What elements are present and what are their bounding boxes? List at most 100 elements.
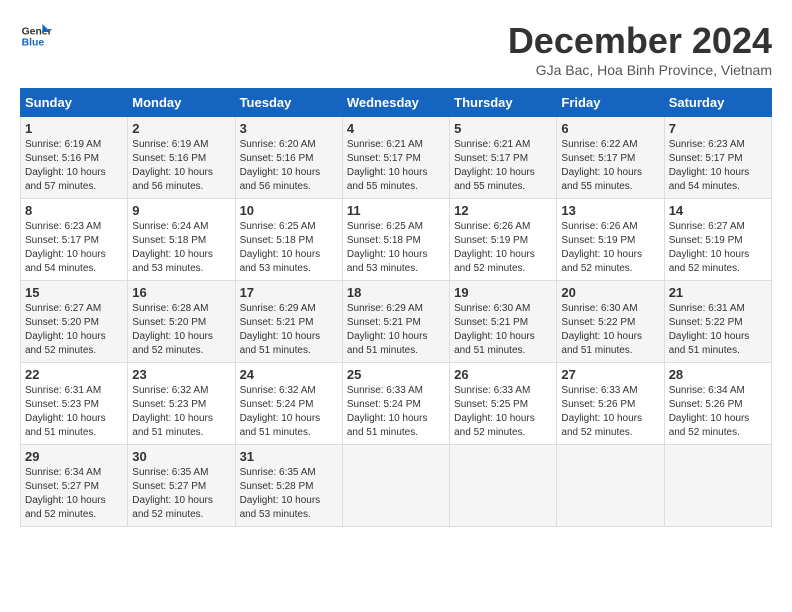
day-number: 6 bbox=[561, 121, 659, 136]
cell-info: Sunrise: 6:35 AMSunset: 5:27 PMDaylight:… bbox=[132, 467, 213, 520]
day-number: 10 bbox=[240, 203, 338, 218]
day-number: 15 bbox=[25, 285, 123, 300]
cell-info: Sunrise: 6:31 AMSunset: 5:23 PMDaylight:… bbox=[25, 385, 106, 438]
cell-info: Sunrise: 6:32 AMSunset: 5:24 PMDaylight:… bbox=[240, 385, 321, 438]
day-number: 1 bbox=[25, 121, 123, 136]
day-number: 8 bbox=[25, 203, 123, 218]
day-number: 29 bbox=[25, 449, 123, 464]
cell-info: Sunrise: 6:25 AMSunset: 5:18 PMDaylight:… bbox=[347, 221, 428, 274]
cell-info: Sunrise: 6:22 AMSunset: 5:17 PMDaylight:… bbox=[561, 139, 642, 192]
calendar-cell: 6 Sunrise: 6:22 AMSunset: 5:17 PMDaylight… bbox=[557, 117, 664, 199]
calendar-week-3: 15 Sunrise: 6:27 AMSunset: 5:20 PMDayligh… bbox=[21, 281, 772, 363]
day-number: 17 bbox=[240, 285, 338, 300]
page-title: December 2024 bbox=[508, 20, 772, 62]
col-wednesday: Wednesday bbox=[342, 89, 449, 117]
cell-info: Sunrise: 6:23 AMSunset: 5:17 PMDaylight:… bbox=[25, 221, 106, 274]
cell-info: Sunrise: 6:28 AMSunset: 5:20 PMDaylight:… bbox=[132, 303, 213, 356]
day-number: 31 bbox=[240, 449, 338, 464]
cell-info: Sunrise: 6:33 AMSunset: 5:25 PMDaylight:… bbox=[454, 385, 535, 438]
calendar-cell: 12 Sunrise: 6:26 AMSunset: 5:19 PMDayligh… bbox=[450, 199, 557, 281]
calendar-cell: 28 Sunrise: 6:34 AMSunset: 5:26 PMDayligh… bbox=[664, 363, 771, 445]
calendar-cell: 13 Sunrise: 6:26 AMSunset: 5:19 PMDayligh… bbox=[557, 199, 664, 281]
cell-info: Sunrise: 6:33 AMSunset: 5:24 PMDaylight:… bbox=[347, 385, 428, 438]
day-number: 25 bbox=[347, 367, 445, 382]
calendar-week-4: 22 Sunrise: 6:31 AMSunset: 5:23 PMDayligh… bbox=[21, 363, 772, 445]
col-saturday: Saturday bbox=[664, 89, 771, 117]
calendar-cell: 21 Sunrise: 6:31 AMSunset: 5:22 PMDayligh… bbox=[664, 281, 771, 363]
cell-info: Sunrise: 6:19 AMSunset: 5:16 PMDaylight:… bbox=[132, 139, 213, 192]
day-number: 27 bbox=[561, 367, 659, 382]
cell-info: Sunrise: 6:20 AMSunset: 5:16 PMDaylight:… bbox=[240, 139, 321, 192]
title-section: December 2024 GJa Bac, Hoa Binh Province… bbox=[508, 20, 772, 78]
day-number: 3 bbox=[240, 121, 338, 136]
calendar-cell: 10Sunrise: 6:25 AMSunset: 5:18 PMDayligh… bbox=[235, 199, 342, 281]
calendar-cell: 30 Sunrise: 6:35 AMSunset: 5:27 PMDayligh… bbox=[128, 445, 235, 527]
calendar-week-1: 1 Sunrise: 6:19 AMSunset: 5:16 PMDaylight… bbox=[21, 117, 772, 199]
calendar-cell: 1Sunrise: 6:19 AMSunset: 5:16 PMDaylight… bbox=[21, 117, 128, 199]
day-number: 23 bbox=[132, 367, 230, 382]
cell-info: Sunrise: 6:31 AMSunset: 5:22 PMDaylight:… bbox=[669, 303, 750, 356]
day-number: 13 bbox=[561, 203, 659, 218]
calendar-cell: 23 Sunrise: 6:32 AMSunset: 5:23 PMDayligh… bbox=[128, 363, 235, 445]
cell-info: Sunrise: 6:34 AMSunset: 5:26 PMDaylight:… bbox=[669, 385, 750, 438]
calendar-cell bbox=[664, 445, 771, 527]
day-number: 22 bbox=[25, 367, 123, 382]
calendar-cell: 17Sunrise: 6:29 AMSunset: 5:21 PMDayligh… bbox=[235, 281, 342, 363]
calendar-cell: 25 Sunrise: 6:33 AMSunset: 5:24 PMDayligh… bbox=[342, 363, 449, 445]
svg-text:Blue: Blue bbox=[22, 38, 45, 49]
calendar-cell: 29 Sunrise: 6:34 AMSunset: 5:27 PMDayligh… bbox=[21, 445, 128, 527]
day-number: 4 bbox=[347, 121, 445, 136]
header-row: Sunday Monday Tuesday Wednesday Thursday… bbox=[21, 89, 772, 117]
calendar-cell bbox=[557, 445, 664, 527]
day-number: 9 bbox=[132, 203, 230, 218]
calendar-week-2: 8 Sunrise: 6:23 AMSunset: 5:17 PMDaylight… bbox=[21, 199, 772, 281]
col-friday: Friday bbox=[557, 89, 664, 117]
day-number: 21 bbox=[669, 285, 767, 300]
day-number: 24 bbox=[240, 367, 338, 382]
cell-info: Sunrise: 6:32 AMSunset: 5:23 PMDaylight:… bbox=[132, 385, 213, 438]
cell-info: Sunrise: 6:26 AMSunset: 5:19 PMDaylight:… bbox=[561, 221, 642, 274]
calendar-cell: 26Sunrise: 6:33 AMSunset: 5:25 PMDayligh… bbox=[450, 363, 557, 445]
calendar-cell: 2Sunrise: 6:19 AMSunset: 5:16 PMDaylight… bbox=[128, 117, 235, 199]
col-monday: Monday bbox=[128, 89, 235, 117]
day-number: 7 bbox=[669, 121, 767, 136]
calendar-cell: 9 Sunrise: 6:24 AMSunset: 5:18 PMDaylight… bbox=[128, 199, 235, 281]
day-number: 18 bbox=[347, 285, 445, 300]
day-number: 14 bbox=[669, 203, 767, 218]
cell-info: Sunrise: 6:27 AMSunset: 5:19 PMDaylight:… bbox=[669, 221, 750, 274]
col-tuesday: Tuesday bbox=[235, 89, 342, 117]
cell-info: Sunrise: 6:33 AMSunset: 5:26 PMDaylight:… bbox=[561, 385, 642, 438]
day-number: 28 bbox=[669, 367, 767, 382]
calendar-cell: 8 Sunrise: 6:23 AMSunset: 5:17 PMDaylight… bbox=[21, 199, 128, 281]
calendar-cell: 3 Sunrise: 6:20 AMSunset: 5:16 PMDaylight… bbox=[235, 117, 342, 199]
cell-info: Sunrise: 6:34 AMSunset: 5:27 PMDaylight:… bbox=[25, 467, 106, 520]
day-number: 11 bbox=[347, 203, 445, 218]
calendar-cell: 19 Sunrise: 6:30 AMSunset: 5:21 PMDayligh… bbox=[450, 281, 557, 363]
cell-info: Sunrise: 6:30 AMSunset: 5:22 PMDaylight:… bbox=[561, 303, 642, 356]
cell-info: Sunrise: 6:24 AMSunset: 5:18 PMDaylight:… bbox=[132, 221, 213, 274]
calendar-week-5: 29 Sunrise: 6:34 AMSunset: 5:27 PMDayligh… bbox=[21, 445, 772, 527]
cell-info: Sunrise: 6:23 AMSunset: 5:17 PMDaylight:… bbox=[669, 139, 750, 192]
calendar-cell: 7 Sunrise: 6:23 AMSunset: 5:17 PMDaylight… bbox=[664, 117, 771, 199]
day-number: 16 bbox=[132, 285, 230, 300]
calendar-cell: 11 Sunrise: 6:25 AMSunset: 5:18 PMDayligh… bbox=[342, 199, 449, 281]
calendar-cell: 16 Sunrise: 6:28 AMSunset: 5:20 PMDayligh… bbox=[128, 281, 235, 363]
calendar-cell: 27 Sunrise: 6:33 AMSunset: 5:26 PMDayligh… bbox=[557, 363, 664, 445]
cell-info: Sunrise: 6:21 AMSunset: 5:17 PMDaylight:… bbox=[454, 139, 535, 192]
calendar-cell: 31 Sunrise: 6:35 AMSunset: 5:28 PMDayligh… bbox=[235, 445, 342, 527]
col-sunday: Sunday bbox=[21, 89, 128, 117]
cell-info: Sunrise: 6:27 AMSunset: 5:20 PMDaylight:… bbox=[25, 303, 106, 356]
calendar-cell: 4 Sunrise: 6:21 AMSunset: 5:17 PMDaylight… bbox=[342, 117, 449, 199]
page-header: General Blue December 2024 GJa Bac, Hoa … bbox=[20, 20, 772, 78]
cell-info: Sunrise: 6:30 AMSunset: 5:21 PMDaylight:… bbox=[454, 303, 535, 356]
calendar-cell: 22 Sunrise: 6:31 AMSunset: 5:23 PMDayligh… bbox=[21, 363, 128, 445]
cell-info: Sunrise: 6:26 AMSunset: 5:19 PMDaylight:… bbox=[454, 221, 535, 274]
calendar-cell: 14 Sunrise: 6:27 AMSunset: 5:19 PMDayligh… bbox=[664, 199, 771, 281]
calendar-cell: 20Sunrise: 6:30 AMSunset: 5:22 PMDayligh… bbox=[557, 281, 664, 363]
day-number: 19 bbox=[454, 285, 552, 300]
cell-info: Sunrise: 6:21 AMSunset: 5:17 PMDaylight:… bbox=[347, 139, 428, 192]
day-number: 5 bbox=[454, 121, 552, 136]
day-number: 12 bbox=[454, 203, 552, 218]
cell-info: Sunrise: 6:35 AMSunset: 5:28 PMDaylight:… bbox=[240, 467, 321, 520]
day-number: 30 bbox=[132, 449, 230, 464]
